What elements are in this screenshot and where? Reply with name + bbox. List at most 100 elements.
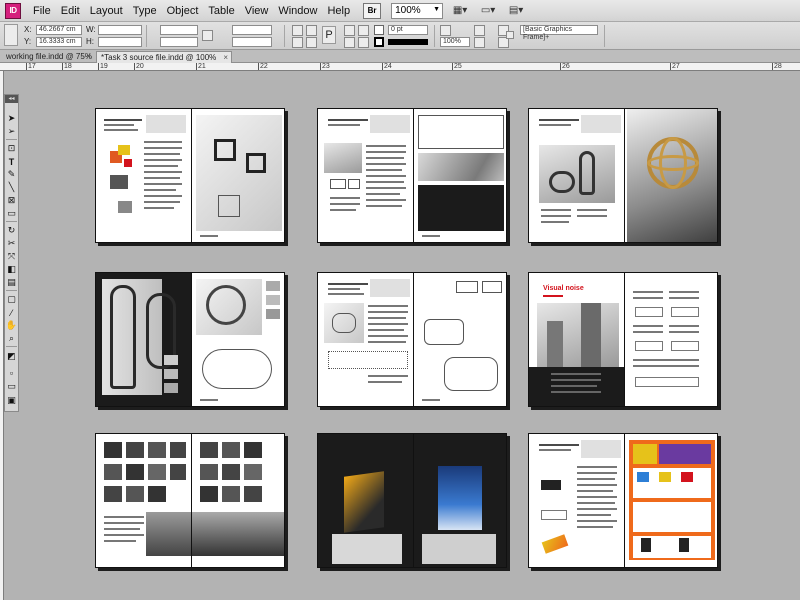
line-tool-icon[interactable]: ╲ [6,182,17,193]
gradient-tool-icon[interactable]: ◧ [6,264,17,275]
text-line [366,145,406,147]
drop-shadow-icon[interactable] [440,25,451,36]
rotate-ccw-icon[interactable] [292,37,303,48]
y-position-field[interactable]: 16.3333 cm [36,37,82,47]
pencil-tool-icon[interactable]: ✎ [6,169,17,180]
thumbnail [266,295,280,305]
scale-x-field[interactable] [160,25,198,35]
height-field[interactable] [98,37,142,47]
spread-thumbnail[interactable] [95,108,285,243]
fill-stroke-icon[interactable]: ◩ [6,351,17,362]
select-previous-icon[interactable] [358,25,369,36]
rotate-cw-icon[interactable] [292,25,303,36]
tab-task-3-source-file[interactable]: *Task 3 source file.indd @ 100% × [96,51,232,63]
spread-thumbnail[interactable] [95,272,285,407]
spread-thumbnail[interactable] [317,433,507,568]
view-mode-icon[interactable]: ▭ [6,381,17,392]
type-tool-icon[interactable]: T [6,156,17,167]
screen-mode-icon[interactable]: ▭▾ [477,3,499,19]
text-line [328,119,368,121]
illustration [541,534,569,554]
tools-panel-header[interactable]: ◂◂ [5,95,18,103]
text-wrap-icon[interactable] [474,37,485,48]
constrain-proportions-icon[interactable] [202,30,213,41]
spread-thumbnail[interactable]: Visual noise [528,272,718,407]
spread-thumbnail[interactable] [528,433,718,568]
spread-thumbnail[interactable] [528,108,718,243]
sketch [348,179,360,189]
x-position-field[interactable]: 46.2667 cm [36,25,82,35]
select-container-icon[interactable] [344,25,355,36]
fill-swatch[interactable] [374,25,384,35]
figure-photo [104,486,122,502]
spread-thumbnail[interactable] [317,108,507,243]
icon-row [635,377,699,387]
object-style-select[interactable]: [Basic Graphics Frame]+ [520,25,598,41]
menu-table[interactable]: Table [203,0,239,22]
flip-horizontal-icon[interactable] [306,25,317,36]
rotate-tool-icon[interactable]: ↻ [6,225,17,236]
formatting-affects-icon[interactable]: ▫ [6,367,17,378]
opacity-field[interactable]: 100% [440,37,470,47]
flip-vertical-icon[interactable] [306,37,317,48]
free-transform-tool-icon[interactable]: ⤧ [6,251,17,262]
stroke-weight-field[interactable]: 0 pt [388,25,428,35]
eyedropper-tool-icon[interactable]: ⁄ [6,307,17,318]
ruler-label: 27 [670,63,680,70]
menu-file[interactable]: File [28,0,56,22]
menu-object[interactable]: Object [162,0,204,22]
ruler-label: 22 [258,63,268,70]
hand-tool-icon[interactable]: ✋ [6,320,17,331]
rotation-field[interactable] [232,25,272,35]
menu-type[interactable]: Type [128,0,162,22]
poster-block [633,444,657,464]
ruler-label: 19 [98,63,108,70]
zoom-tool-icon[interactable]: ⌕ [6,333,17,344]
select-next-icon[interactable] [358,37,369,48]
menu-help[interactable]: Help [322,0,355,22]
spread-thumbnail[interactable] [95,433,285,568]
direct-selection-tool-icon[interactable]: ➢ [6,126,17,137]
ruler-label: 20 [134,63,144,70]
w-label: W: [86,25,96,34]
select-content-icon[interactable] [344,37,355,48]
rectangle-tool-icon[interactable]: ▭ [6,208,17,219]
text-line [366,199,406,201]
gradient-feather-tool-icon[interactable]: ▤ [6,277,17,288]
menu-view[interactable]: View [240,0,274,22]
width-field[interactable] [98,25,142,35]
menu-edit[interactable]: Edit [56,0,85,22]
screen-mode-icon[interactable]: ▣ [6,395,17,406]
tab-working-file[interactable]: working file.indd @ 75% × [2,51,94,63]
stroke-swatch[interactable] [374,37,384,47]
text-line [330,197,360,199]
effects-icon[interactable] [474,25,485,36]
text-line [577,478,615,480]
zoom-level-select[interactable]: 100% ▼ [391,2,444,19]
bridge-button[interactable]: Br [363,2,382,19]
paragraph-icon[interactable]: P [322,26,336,44]
tab-label: *Task 3 source file.indd @ 100% [101,53,217,62]
note-tool-icon[interactable]: ▢ [6,294,17,305]
close-icon[interactable]: × [86,51,91,63]
rectangle-frame-tool-icon[interactable]: ⊠ [6,195,17,206]
menu-window[interactable]: Window [273,0,322,22]
spread-thumbnail[interactable] [317,272,507,407]
page-tool-icon[interactable]: ⊡ [6,143,17,154]
poster-figure [659,472,671,482]
horizontal-ruler[interactable]: 17 18 19 20 21 22 23 24 25 26 27 28 [0,63,800,71]
scale-y-field[interactable] [160,37,198,47]
selection-tool-icon[interactable]: ➤ [6,113,17,124]
reference-point-icon[interactable] [4,24,18,46]
shear-field[interactable] [232,37,272,47]
arrange-documents-icon[interactable]: ▤▾ [505,3,527,19]
stroke-type-select[interactable] [388,39,428,45]
zoom-level-value: 100% [395,5,421,16]
thumbnail [266,309,280,319]
center-content-icon[interactable] [506,31,514,39]
scissors-tool-icon[interactable]: ✂ [6,238,17,249]
icon-row [671,341,699,351]
text-line [366,187,406,189]
menu-layout[interactable]: Layout [85,0,128,22]
view-options-icon[interactable]: ▦▾ [449,3,471,19]
